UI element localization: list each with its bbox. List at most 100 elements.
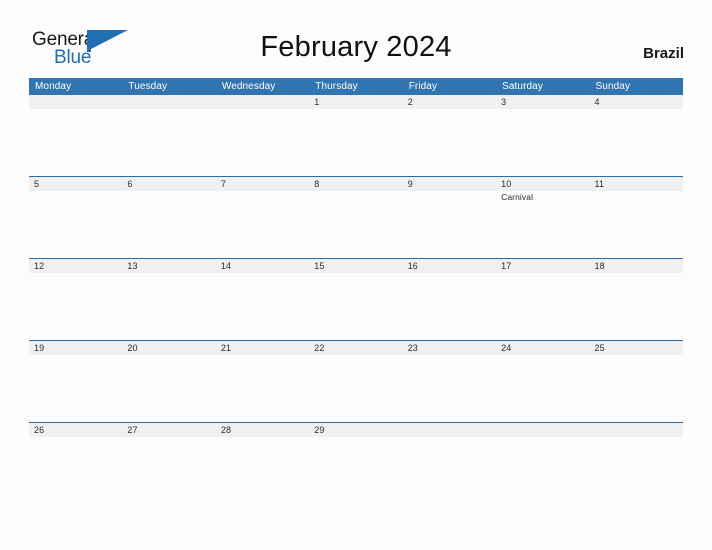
day-cell[interactable]: 18 [590,259,683,340]
day-number: 24 [501,343,512,353]
day-cell[interactable]: 11 [590,177,683,258]
day-events [34,273,117,274]
day-events [408,355,491,356]
day-events [314,109,397,110]
day-number: 1 [314,97,320,107]
day-number: 17 [501,261,512,271]
day-number: 6 [127,179,133,189]
day-number: 29 [314,425,325,435]
day-events [221,355,304,356]
day-events [127,273,210,274]
day-number [34,95,117,109]
day-number [221,95,304,109]
day-cell[interactable]: 20 [122,341,215,422]
day-cell[interactable] [216,95,309,176]
day-cell[interactable]: 23 [403,341,496,422]
day-number [501,423,584,437]
day-number: 8 [314,179,320,189]
day-cell[interactable]: 5 [29,177,122,258]
day-number [595,423,678,437]
day-events [501,355,584,356]
day-events [314,191,397,192]
day-cell[interactable]: 24 [496,341,589,422]
day-cell[interactable]: 15 [309,259,402,340]
weekday-header-thursday: Thursday [315,81,358,92]
week-row: 1 2 3 4 [29,95,683,176]
day-events [314,273,397,274]
weekday-header-tuesday: Tuesday [128,81,168,92]
day-events [34,191,117,192]
day-events [221,191,304,192]
day-cell[interactable]: 17 [496,259,589,340]
week-row: 26 27 28 29 [29,422,683,504]
day-number: 4 [594,97,600,107]
day-number [127,95,210,109]
day-number: 7 [220,179,226,189]
day-number: 13 [127,261,138,271]
day-cell[interactable]: 1 [309,95,402,176]
day-cell[interactable]: 28 [216,423,309,504]
day-events [501,273,584,274]
day-cell[interactable]: 16 [403,259,496,340]
day-number: 11 [594,179,605,189]
day-cell[interactable] [590,423,683,504]
day-events [314,437,397,438]
day-cell[interactable]: 6 [122,177,215,258]
day-cell[interactable]: 9 [403,177,496,258]
day-cell[interactable]: 8 [309,177,402,258]
day-number: 21 [220,343,232,353]
day-events [127,437,210,438]
weekday-header-friday: Friday [408,81,438,92]
day-events [595,437,678,438]
day-cell[interactable]: 25 [590,341,683,422]
day-cell[interactable] [29,95,122,176]
day-cell[interactable]: 19 [29,341,122,422]
day-number: 14 [220,261,232,271]
day-event-label: Carnival [501,192,534,202]
day-events [221,437,304,438]
day-events [408,273,491,274]
day-cell[interactable]: 29 [309,423,402,504]
day-number: 10 [501,179,512,189]
day-cell[interactable]: 27 [122,423,215,504]
weekday-header-monday: Monday [35,81,72,92]
day-events [595,191,678,192]
week-row: 19 20 21 22 23 24 25 [29,340,683,422]
day-events [408,191,491,192]
day-cell[interactable]: 4 [590,95,683,176]
day-number: 2 [407,97,413,107]
day-cell[interactable]: 2 [403,95,496,176]
calendar-grid: Monday Tuesday Wednesday Thursday Friday… [29,78,683,504]
day-events [501,437,584,438]
day-cell[interactable]: 22 [309,341,402,422]
day-cell[interactable]: 21 [216,341,309,422]
week-row: 12 13 14 15 16 17 18 [29,258,683,340]
day-number: 25 [594,343,605,353]
week-row: 5 6 7 8 9 10 Carnival 11 [29,176,683,258]
day-number: 18 [594,261,605,271]
weekday-header-saturday: Saturday [502,81,543,92]
day-number: 20 [127,343,138,353]
day-events [501,109,584,110]
day-cell[interactable]: 10 Carnival [496,177,589,258]
day-cell[interactable] [122,95,215,176]
day-number: 15 [314,261,325,271]
day-cell[interactable]: 26 [29,423,122,504]
day-events [34,437,117,438]
day-cell[interactable] [496,423,589,504]
day-events [595,109,678,110]
day-events [127,191,210,192]
calendar-page: General Blue February 2024 Brazil Monday… [0,0,712,550]
day-cell[interactable]: 7 [216,177,309,258]
day-number: 16 [407,261,418,271]
day-events [595,355,678,356]
day-events [34,109,117,110]
day-number: 19 [34,343,45,353]
day-cell[interactable]: 14 [216,259,309,340]
weekday-header-row: Monday Tuesday Wednesday Thursday Friday… [29,78,683,95]
day-cell[interactable]: 3 [496,95,589,176]
day-events [314,355,397,356]
day-cell[interactable]: 13 [122,259,215,340]
day-cell[interactable] [403,423,496,504]
day-cell[interactable]: 12 [29,259,122,340]
